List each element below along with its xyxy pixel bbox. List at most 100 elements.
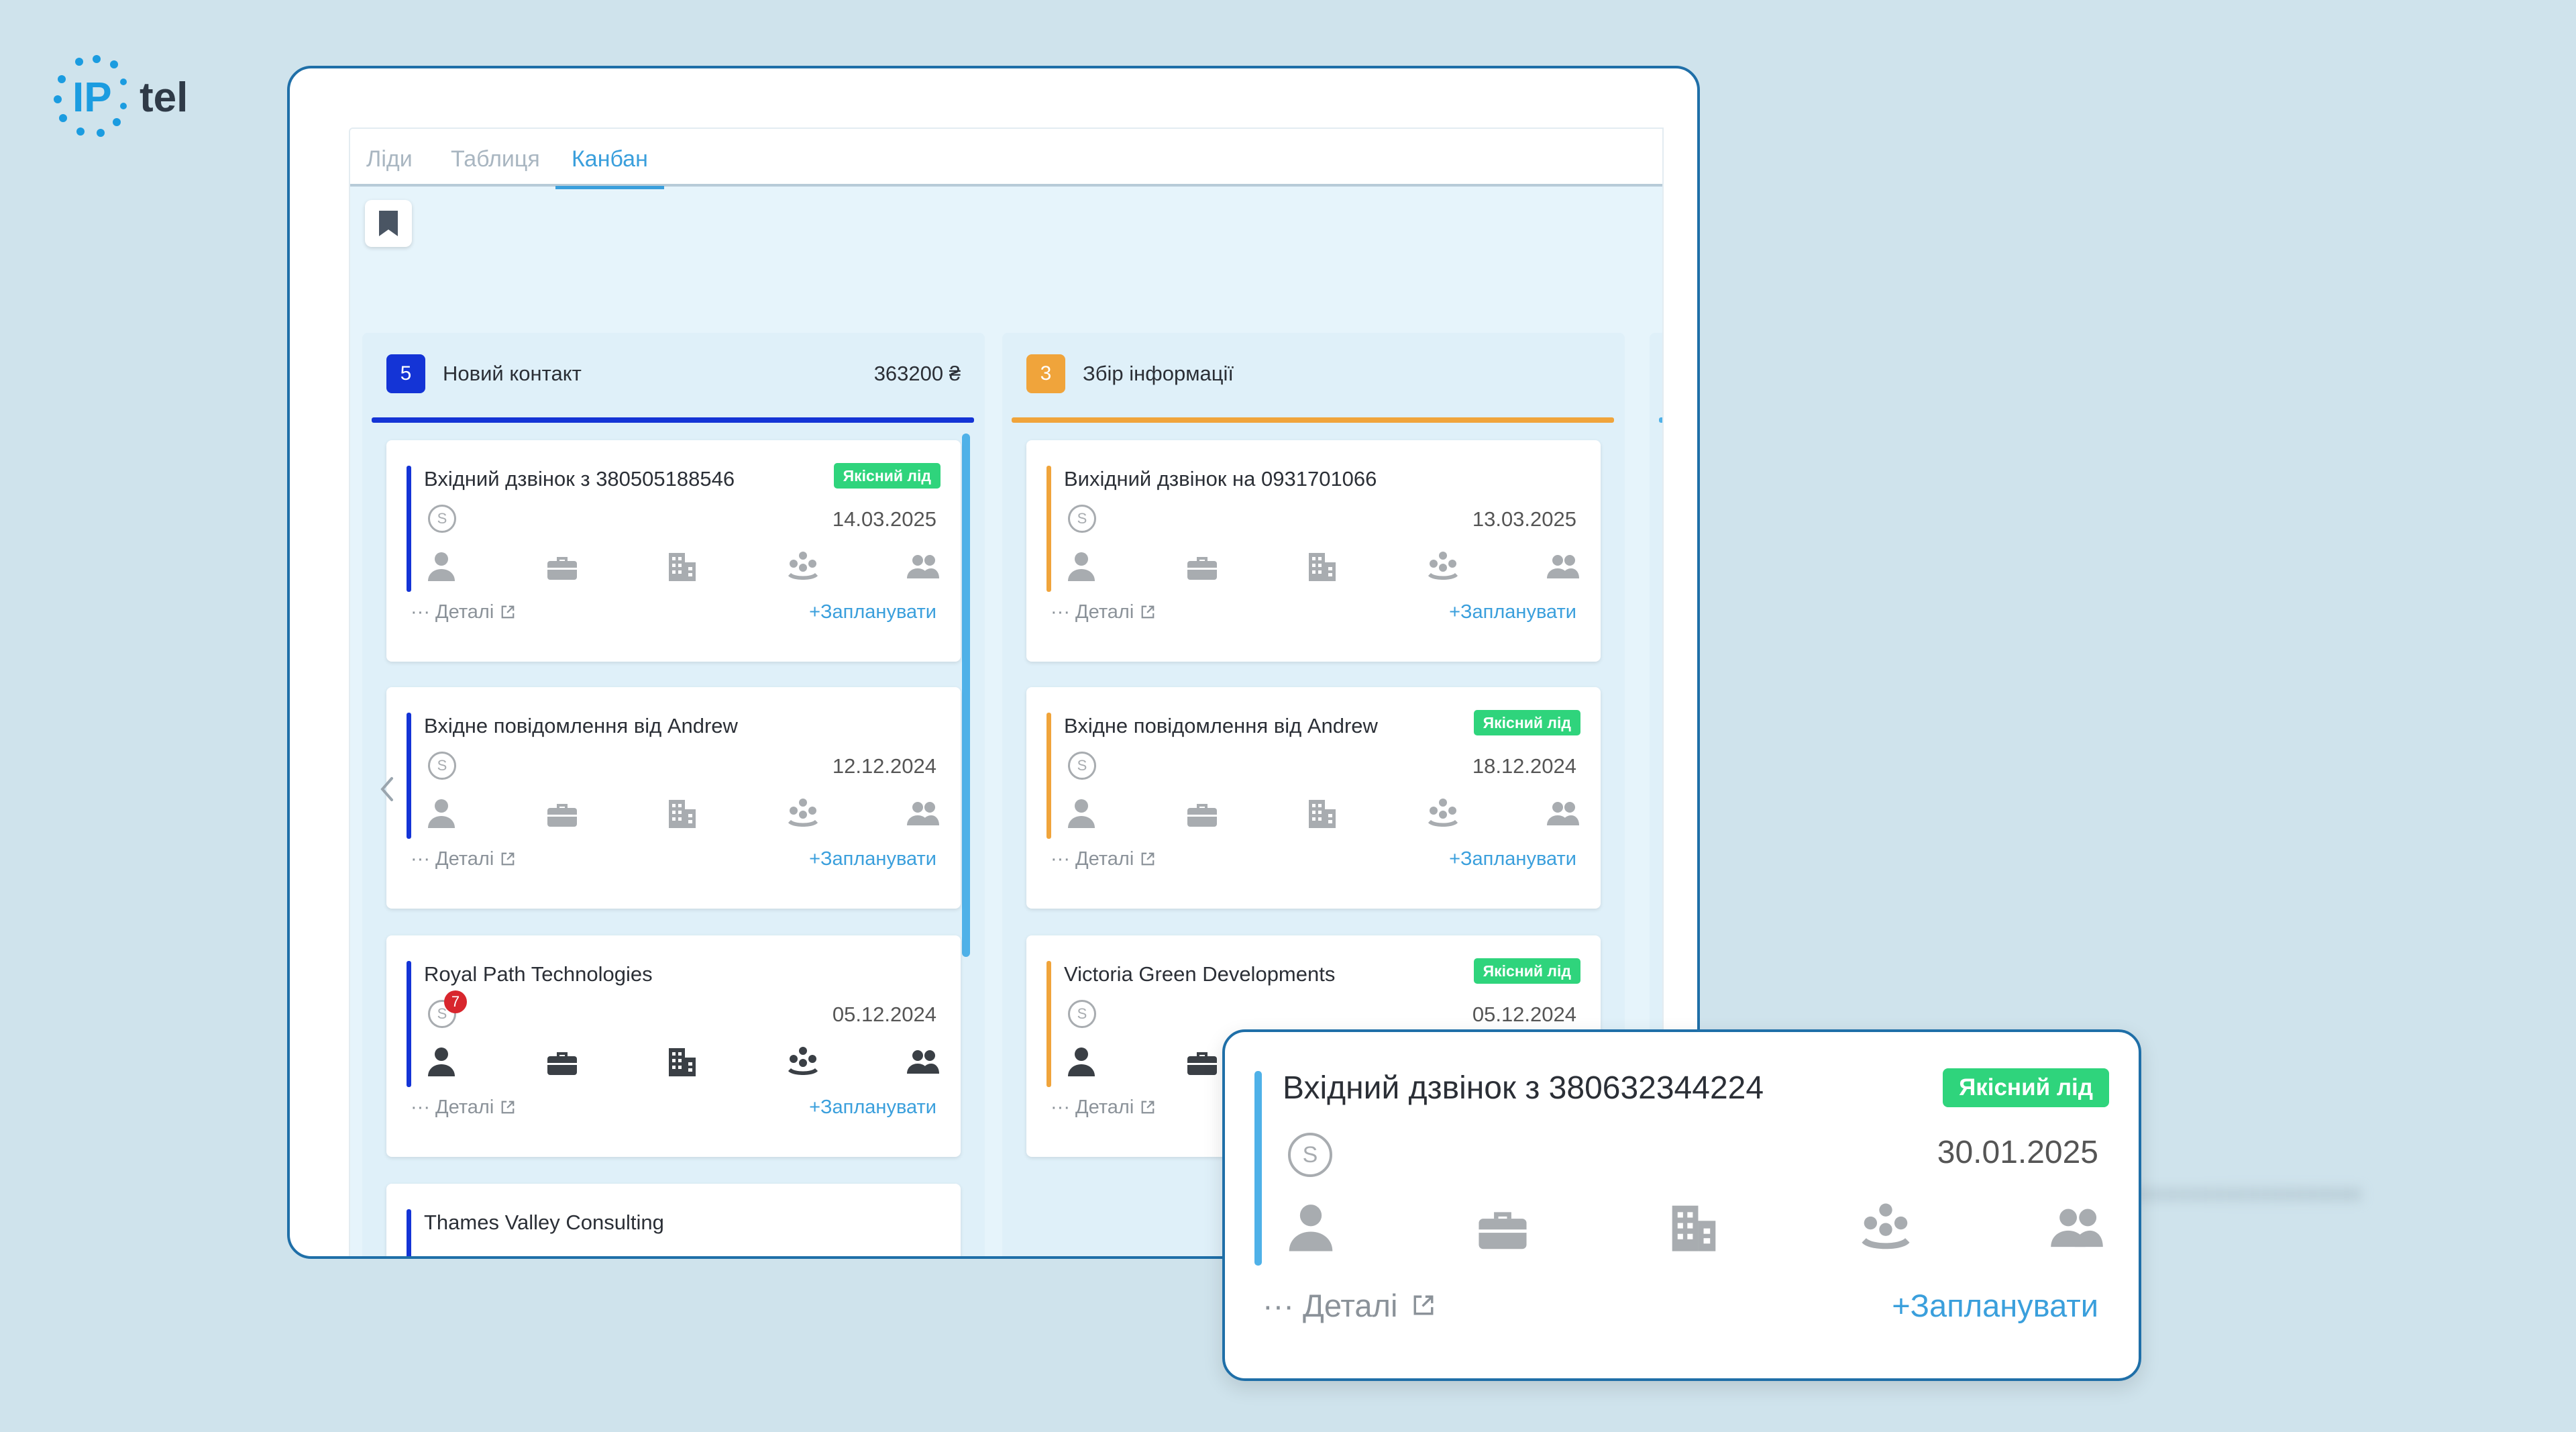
building-icon[interactable] (1305, 549, 1340, 584)
column-sum: 363200 ₴ (873, 362, 961, 385)
person-icon[interactable] (1064, 549, 1099, 584)
coin-icon[interactable]: S (1068, 1000, 1096, 1028)
card-title: Royal Path Technologies (424, 962, 653, 986)
card-title: Вхідне повідомлення від Andrew (424, 714, 738, 737)
column-title: Збір інформації (1083, 362, 1234, 385)
people-icon[interactable] (1546, 796, 1580, 831)
details-label: ··· Деталі (1051, 848, 1134, 870)
card-actions (424, 548, 941, 585)
schedule-link[interactable]: +Запланувати (809, 848, 936, 870)
briefcase-icon[interactable] (545, 1044, 580, 1079)
team-icon[interactable] (1426, 796, 1460, 831)
card-stripe (1046, 713, 1051, 839)
card-title: Thames Valley Consulting (424, 1211, 664, 1234)
card-title: Вхідне повідомлення від Andrew (1064, 714, 1378, 737)
card-actions (1064, 795, 1580, 832)
card-date: 18.12.2024 (1472, 754, 1576, 778)
details-label: ··· Деталі (411, 848, 494, 870)
svg-text:tel: tel (140, 74, 188, 121)
coin-icon[interactable]: S (428, 752, 456, 780)
column-title: Новий контакт (443, 362, 582, 385)
column-scrollbar[interactable] (962, 433, 970, 957)
team-icon[interactable] (786, 549, 820, 584)
person-icon[interactable] (424, 796, 459, 831)
card-stripe (1254, 1071, 1262, 1266)
lead-card[interactable]: Thames Valley Consulting (386, 1184, 961, 1256)
briefcase-icon[interactable] (545, 549, 580, 584)
team-icon[interactable] (1858, 1199, 1914, 1256)
building-icon[interactable] (665, 549, 700, 584)
lead-card[interactable]: Вхідне повідомлення від Andrew S 12.12.202… (386, 687, 961, 909)
details-link[interactable]: ··· Деталі (411, 848, 515, 870)
building-icon[interactable] (665, 796, 700, 831)
coin-icon[interactable]: S (1068, 752, 1096, 780)
schedule-link[interactable]: +Запланувати (1449, 848, 1576, 870)
team-icon[interactable] (786, 1044, 820, 1079)
lead-card[interactable]: Вхідний дзвінок з 380505188546 Якісний лі… (386, 440, 961, 662)
column-bar (1012, 417, 1614, 423)
briefcase-icon[interactable] (1185, 549, 1220, 584)
kanban-column: 5 Новий контакт 363200 ₴ Вхідний дзвінок… (362, 333, 985, 1256)
card-date: 05.12.2024 (1472, 1003, 1576, 1026)
card-actions (424, 1043, 941, 1080)
external-link-icon (501, 1101, 515, 1114)
details-link[interactable]: ··· Деталі (1051, 1096, 1155, 1119)
person-icon[interactable] (424, 1044, 459, 1079)
building-icon[interactable] (665, 1044, 700, 1079)
card-date: 30.01.2025 (1937, 1135, 2098, 1170)
briefcase-icon[interactable] (1185, 796, 1220, 831)
quality-lead-badge: Якісний лід (1943, 1068, 2109, 1107)
quality-lead-badge: Якісний лід (833, 463, 941, 489)
details-link[interactable]: ··· Деталі (411, 1096, 515, 1119)
people-icon[interactable] (906, 549, 941, 584)
lead-card-popup[interactable]: Вхідний дзвінок з 380632344224 Якісний л… (1222, 1029, 2141, 1381)
briefcase-icon[interactable] (545, 796, 580, 831)
details-link[interactable]: ··· Деталі (1051, 601, 1155, 623)
external-link-icon (501, 852, 515, 866)
external-link-icon (1141, 1101, 1155, 1114)
building-icon[interactable] (1666, 1199, 1722, 1256)
briefcase-icon[interactable] (1474, 1199, 1531, 1256)
external-link-icon (1141, 605, 1155, 619)
person-icon[interactable] (1064, 1044, 1099, 1079)
details-link[interactable]: ··· Деталі (1263, 1287, 1435, 1324)
external-link-icon (1413, 1295, 1434, 1315)
card-stripe (1046, 961, 1051, 1087)
building-icon[interactable] (1305, 796, 1340, 831)
card-date: 14.03.2025 (832, 507, 936, 531)
card-stripe (407, 1209, 411, 1256)
lead-card[interactable]: Вихідний дзвінок на 0931701066 S 13.03.202… (1026, 440, 1601, 662)
quality-lead-badge: Якісний лід (1473, 710, 1580, 735)
team-icon[interactable] (786, 796, 820, 831)
coin-icon[interactable]: S (1068, 505, 1096, 533)
notification-badge: 7 (444, 990, 467, 1013)
schedule-link[interactable]: +Запланувати (1892, 1287, 2098, 1324)
coin-icon[interactable]: S (1288, 1133, 1332, 1177)
column-bar (1659, 417, 1662, 423)
details-label: ··· Деталі (1263, 1288, 1398, 1323)
scroll-left-icon[interactable] (377, 776, 397, 803)
schedule-link[interactable]: +Запланувати (809, 1096, 936, 1119)
briefcase-icon[interactable] (1185, 1044, 1220, 1079)
lead-card[interactable]: Вхідне повідомлення від Andrew Якісний лі… (1026, 687, 1601, 909)
details-label: ··· Деталі (1051, 601, 1134, 623)
person-icon[interactable] (1283, 1199, 1339, 1256)
people-icon[interactable] (906, 796, 941, 831)
people-icon[interactable] (906, 1044, 941, 1079)
details-link[interactable]: ··· Деталі (411, 601, 515, 623)
card-actions (424, 795, 941, 832)
iptel-logo: IP tel (52, 52, 213, 140)
people-icon[interactable] (2049, 1199, 2105, 1256)
details-link[interactable]: ··· Деталі (1051, 848, 1155, 870)
coin-icon[interactable]: S (428, 505, 456, 533)
card-title: Вхідний дзвінок з 380505188546 (424, 467, 735, 491)
person-icon[interactable] (424, 549, 459, 584)
external-link-icon (501, 605, 515, 619)
quality-lead-badge: Якісний лід (1473, 958, 1580, 984)
lead-card[interactable]: Royal Path Technologies S 7 05.12.2024 ··· Д… (386, 935, 961, 1157)
people-icon[interactable] (1546, 549, 1580, 584)
schedule-link[interactable]: +Запланувати (1449, 601, 1576, 623)
team-icon[interactable] (1426, 549, 1460, 584)
schedule-link[interactable]: +Запланувати (809, 601, 936, 623)
person-icon[interactable] (1064, 796, 1099, 831)
